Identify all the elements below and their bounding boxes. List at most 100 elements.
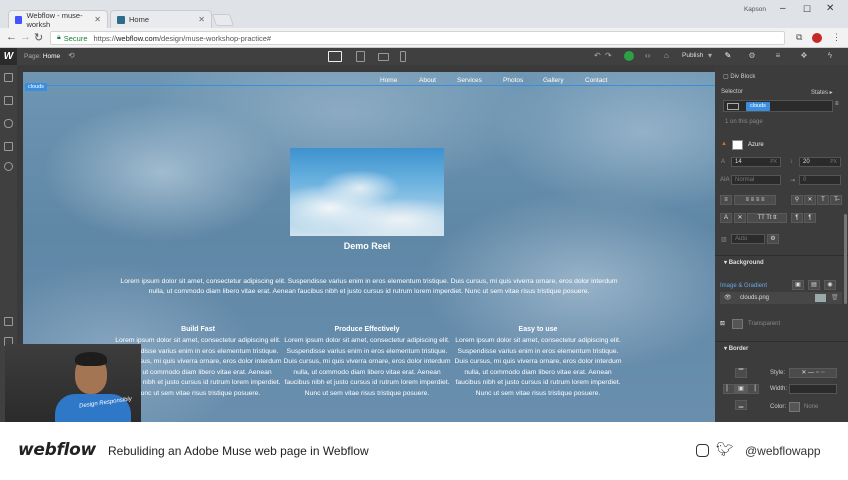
text-indent-field[interactable]: 0	[799, 175, 841, 185]
linear-gradient-icon[interactable]: ▤	[808, 280, 820, 290]
tablet-view-icon[interactable]	[356, 51, 365, 62]
border-section-header[interactable]: ▾ Border	[715, 341, 848, 355]
preview-status-icon[interactable]	[624, 51, 634, 61]
panel-scrollbar[interactable]	[844, 214, 847, 304]
text-transform-buttons[interactable]: TT Tt tt	[747, 213, 787, 223]
share-icon[interactable]: ⌂	[664, 51, 669, 60]
nav-link-photos[interactable]: Photos	[503, 77, 523, 84]
states-dropdown[interactable]: States ▸	[811, 89, 833, 96]
border-width-field[interactable]	[789, 384, 837, 394]
background-layer-row[interactable]: 👁︎ clouds.png 🗑︎	[720, 292, 842, 304]
column-title[interactable]: Easy to use	[453, 326, 623, 333]
align-left-icon[interactable]: ≡	[720, 195, 732, 205]
background-section-header[interactable]: ▾ Background	[715, 255, 848, 269]
brush-icon[interactable]: ✎	[721, 51, 735, 62]
visibility-icon[interactable]: 👁︎	[724, 294, 732, 301]
uppercase-icon[interactable]: T	[817, 195, 829, 205]
desktop-view-icon[interactable]	[328, 51, 342, 62]
border-bottom-icon[interactable]: ▁	[735, 400, 747, 410]
tab-webflow[interactable]: Webflow - muse-worksh ✕	[8, 10, 108, 29]
italic-icon[interactable]: A	[720, 213, 732, 223]
settings-icon[interactable]	[4, 162, 13, 171]
add-image-icon[interactable]: ▣	[792, 280, 804, 290]
border-color-swatch[interactable]	[789, 402, 800, 412]
text-align-buttons[interactable]: ≡ ≡ ≡ ≡	[734, 195, 776, 205]
column-text[interactable]: Lorem ipsum dolor sit amet, consectetur …	[282, 336, 452, 400]
selector-field[interactable]: clouds	[723, 100, 833, 112]
border-left-icon[interactable]: ▏	[723, 384, 735, 394]
symbols-icon[interactable]: ❖	[797, 51, 811, 62]
none-icon[interactable]: ✕	[804, 195, 816, 205]
cms-icon[interactable]	[4, 119, 13, 128]
code-icon[interactable]: ‹›	[645, 51, 650, 60]
intro-paragraph[interactable]: Lorem ipsum dolor sit amet, consectetur …	[115, 277, 623, 297]
navigator-icon[interactable]	[4, 96, 13, 105]
image-gradient-label[interactable]: Image & Gradient	[720, 283, 767, 289]
decoration-icon[interactable]: ⚲	[791, 195, 803, 205]
landscape-view-icon[interactable]	[378, 53, 389, 61]
add-element-icon[interactable]	[4, 73, 13, 82]
layers-icon[interactable]: ≡	[771, 51, 785, 62]
maximize-icon[interactable]: ☐	[803, 4, 811, 15]
trash-icon[interactable]: 🗑︎	[831, 294, 839, 301]
border-all-icon[interactable]: ▣	[735, 384, 747, 394]
direction-rtl-icon[interactable]: ¶	[804, 213, 816, 223]
line-height-field[interactable]: 20 PX	[799, 157, 841, 167]
assets-icon[interactable]	[4, 142, 13, 151]
nav-link-gallery[interactable]: Gallery	[543, 77, 564, 84]
extension-icon[interactable]	[812, 33, 822, 43]
forward-icon[interactable]: →	[20, 31, 31, 43]
webflow-logo-icon[interactable]: W	[0, 48, 17, 65]
font-name[interactable]: Azure	[748, 142, 764, 148]
nav-link-contact[interactable]: Contact	[585, 77, 607, 84]
interactions-icon[interactable]: ϟ	[823, 51, 837, 62]
menu-icon[interactable]: ⋮	[832, 32, 841, 43]
background-color-value[interactable]: Transparent	[748, 321, 780, 327]
new-tab-button[interactable]	[211, 14, 235, 26]
strike-icon[interactable]: T̶	[830, 195, 842, 205]
column-text[interactable]: Lorem ipsum dolor sit amet, consectetur …	[453, 336, 623, 400]
gear-icon[interactable]: ⚙	[745, 51, 759, 62]
undo-icon[interactable]: ↶	[594, 51, 601, 60]
clear-style-icon[interactable]: ✕	[734, 213, 746, 223]
page-settings-icon[interactable]: ⟲	[68, 51, 75, 60]
background-color-swatch[interactable]	[732, 319, 743, 329]
hero-title[interactable]: Demo Reel	[290, 241, 444, 251]
nav-link-services[interactable]: Services	[457, 77, 482, 84]
redo-icon[interactable]: ↷	[605, 51, 612, 60]
close-icon[interactable]: ✕	[94, 15, 101, 24]
border-style-buttons[interactable]: ✕ — ┄ ┈	[789, 368, 837, 378]
demo-reel-image[interactable]	[290, 148, 444, 236]
font-size-field[interactable]: 14 PX	[731, 157, 781, 167]
close-window-icon[interactable]: ✕	[826, 3, 834, 14]
minimize-icon[interactable]: –	[780, 3, 786, 14]
font-color-swatch[interactable]	[732, 140, 743, 150]
selector-class-chip[interactable]: clouds	[746, 102, 770, 111]
reload-icon[interactable]: ↻	[34, 31, 43, 44]
chevron-down-icon[interactable]: ▾	[708, 51, 712, 60]
nav-link-home[interactable]: Home	[380, 77, 397, 84]
close-icon[interactable]: ✕	[198, 15, 205, 24]
align-icon[interactable]: ≡	[835, 101, 839, 107]
columns-field[interactable]: Auto	[731, 234, 765, 244]
nav-link-about[interactable]: About	[419, 77, 436, 84]
letter-spacing-field[interactable]: Normal	[731, 175, 781, 185]
column-title[interactable]: Produce Effectively	[282, 326, 452, 333]
profile-name[interactable]: Kapson	[744, 6, 766, 13]
publish-button[interactable]: Publish	[682, 52, 703, 59]
tab-home[interactable]: Home ✕	[110, 10, 212, 28]
border-right-icon[interactable]: ▕	[747, 384, 759, 394]
border-color-value[interactable]: None	[804, 404, 818, 410]
select-icon[interactable]	[4, 317, 13, 326]
radial-gradient-icon[interactable]: ◉	[824, 280, 836, 290]
column-title[interactable]: Build Fast	[113, 326, 283, 333]
address-bar[interactable]: 🔒︎ Secure https://webflow.com/design/mus…	[50, 31, 785, 45]
back-icon[interactable]: ←	[6, 31, 17, 43]
border-top-icon[interactable]: ▔	[735, 368, 747, 378]
selected-element-tag[interactable]: clouds	[25, 83, 47, 91]
settings-icon[interactable]: ⚙	[767, 234, 779, 244]
cast-icon[interactable]: ⧉	[796, 32, 802, 43]
mobile-view-icon[interactable]	[400, 51, 406, 62]
direction-ltr-icon[interactable]: ¶	[791, 213, 803, 223]
page-selector[interactable]: Page: Home	[24, 53, 60, 60]
